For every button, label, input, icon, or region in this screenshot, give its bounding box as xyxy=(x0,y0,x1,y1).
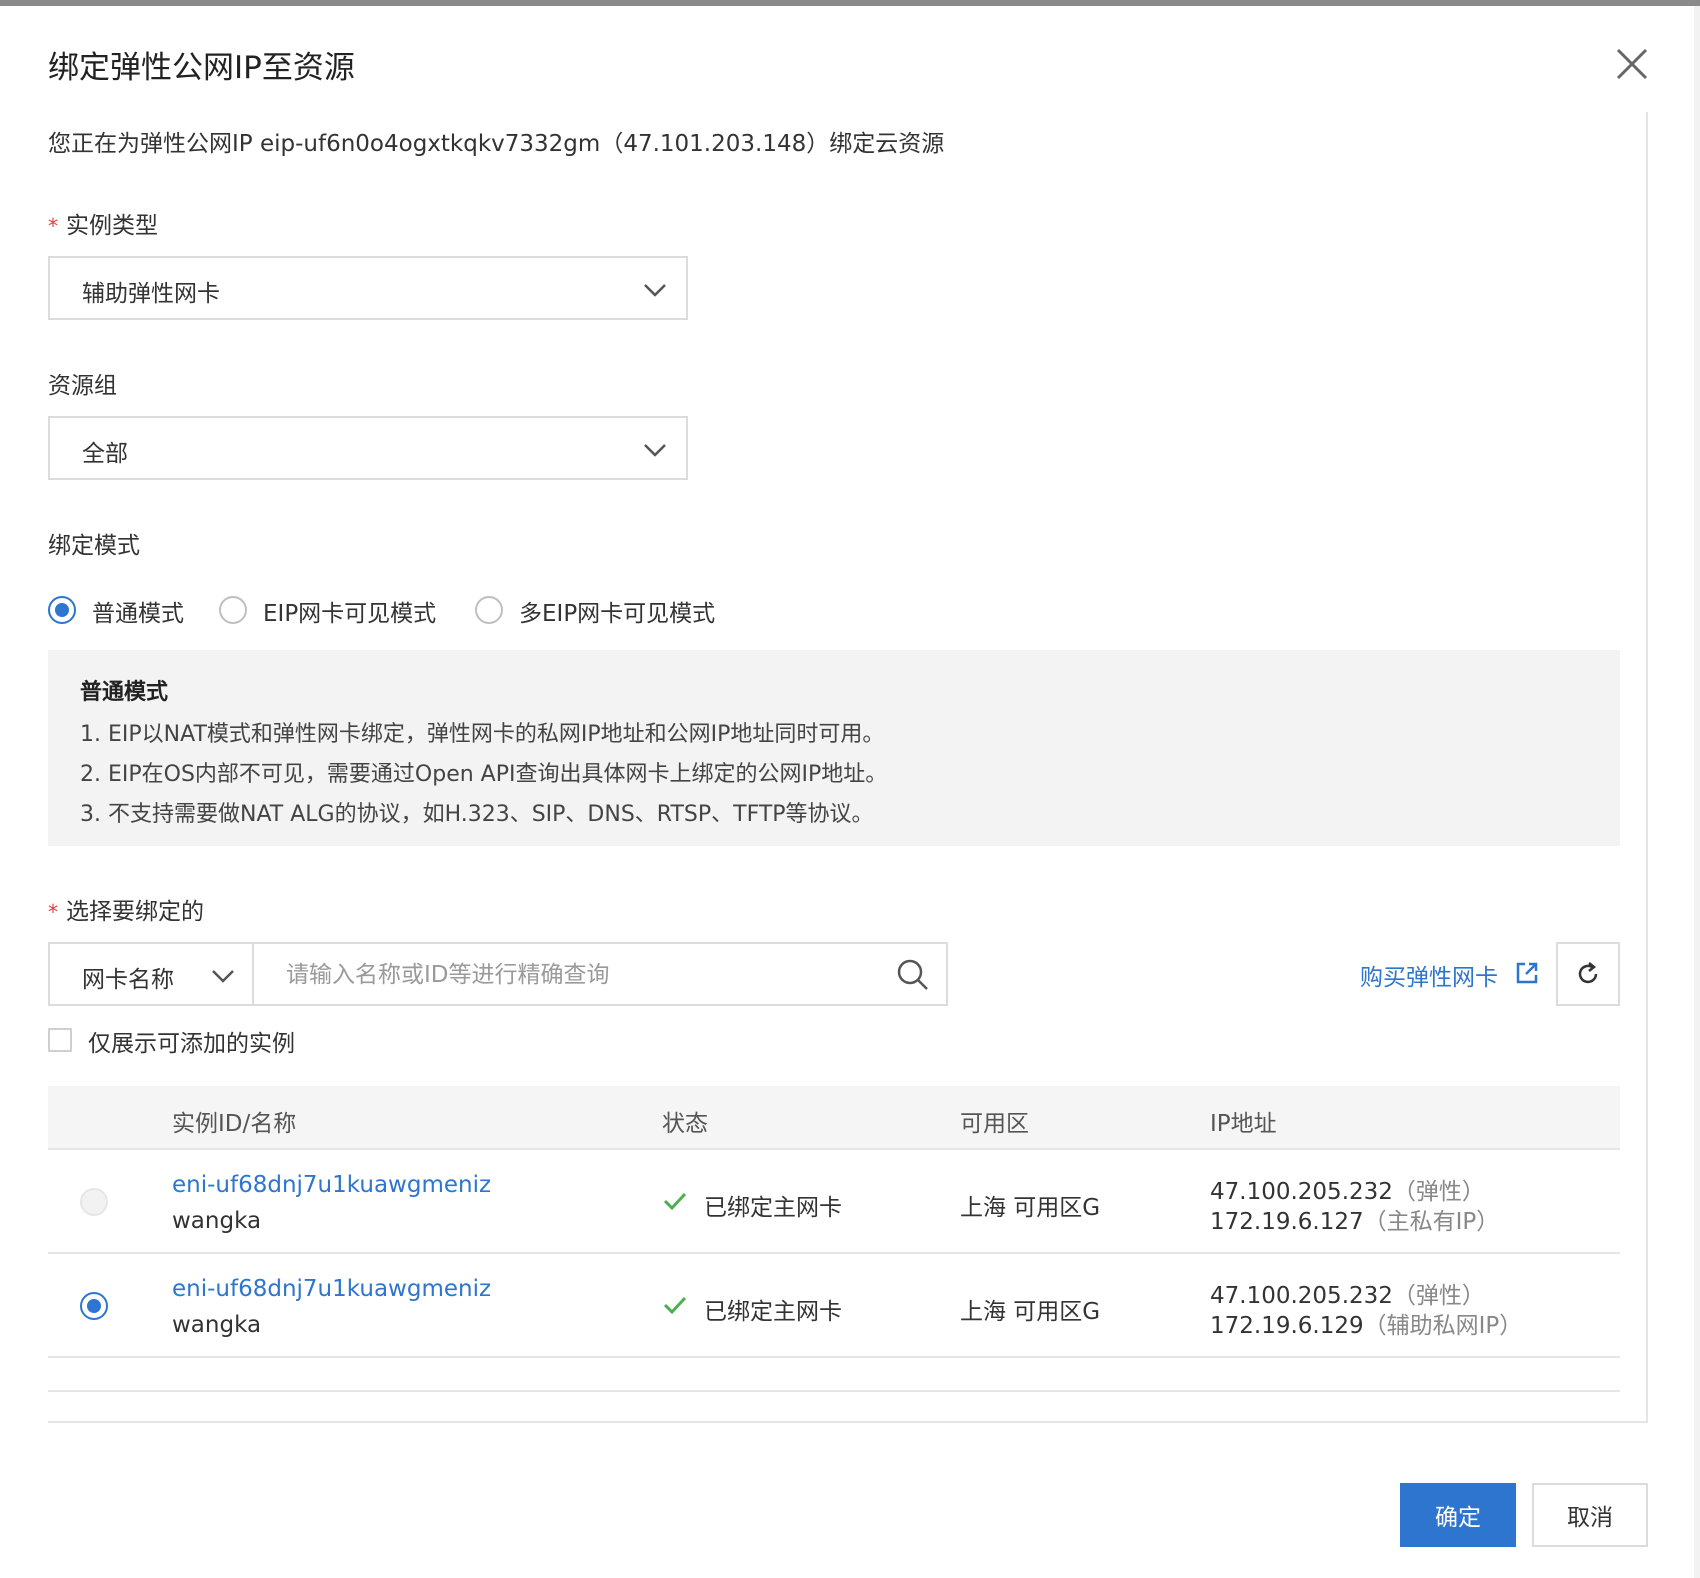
radio-circle xyxy=(475,596,503,624)
column-header-status: 状态 xyxy=(662,1111,708,1137)
confirm-button[interactable]: 确定 xyxy=(1400,1483,1516,1547)
refresh-button[interactable] xyxy=(1556,942,1620,1006)
window-right-edge xyxy=(1694,6,1700,1578)
chevron-down-icon xyxy=(212,970,234,983)
bind-mode-info-box: 普通模式 1. EIP以NAT模式和弹性网卡绑定，弹性网卡的私网IP地址和公网I… xyxy=(48,650,1620,846)
resource-group-label: 资源组 xyxy=(48,373,117,399)
resource-group-select[interactable]: 全部 xyxy=(48,416,688,480)
ip-elastic: 47.100.205.232（弹性） xyxy=(1210,1172,1485,1206)
select-target-label-text: 选择要绑定的 xyxy=(66,899,204,925)
instance-type-label-text: 实例类型 xyxy=(66,213,158,239)
bind-mode-label: 绑定模式 xyxy=(48,533,140,559)
column-header-id-name: 实例ID/名称 xyxy=(172,1111,297,1137)
ip-note: （辅助私网IP） xyxy=(1363,1313,1523,1339)
ip-note: （主私有IP） xyxy=(1363,1209,1500,1235)
instance-status: 已绑定主网卡 xyxy=(704,1299,842,1325)
buy-eni-link[interactable]: 购买弹性网卡 xyxy=(1360,958,1498,992)
search-input[interactable] xyxy=(286,958,846,992)
filter-field-select[interactable]: 网卡名称 xyxy=(48,942,254,1006)
close-icon xyxy=(1616,48,1648,80)
instance-type-value: 辅助弹性网卡 xyxy=(82,281,220,307)
ip-private: 172.19.6.127（主私有IP） xyxy=(1210,1202,1499,1236)
select-target-label: * 选择要绑定的 xyxy=(48,892,204,926)
column-header-ip: IP地址 xyxy=(1210,1111,1277,1137)
refresh-icon xyxy=(1578,962,1598,984)
instance-name: wangka xyxy=(172,1208,262,1234)
radio-normal-mode[interactable]: 普通模式 xyxy=(48,592,198,628)
ip-value: 172.19.6.127 xyxy=(1210,1209,1364,1235)
required-mark: * xyxy=(48,214,58,238)
instance-status: 已绑定主网卡 xyxy=(704,1195,842,1221)
radio-label: 多EIP网卡可见模式 xyxy=(519,601,716,627)
instance-zone: 上海 可用区G xyxy=(960,1299,1101,1325)
external-link-icon[interactable] xyxy=(1514,960,1540,986)
required-mark: * xyxy=(48,900,58,924)
chevron-down-icon xyxy=(644,444,666,457)
radio-multi-eip-nic-visible-mode[interactable]: 多EIP网卡可见模式 xyxy=(475,592,735,628)
search-box xyxy=(252,942,948,1006)
table-row: eni-uf68dnj7u1kuawgmeniz wangka 已绑定主网卡 上… xyxy=(48,1254,1620,1358)
content-scroll-border-right xyxy=(1646,112,1648,1422)
radio-label: EIP网卡可见模式 xyxy=(263,601,437,627)
row-radio-disabled xyxy=(80,1188,108,1216)
instance-type-select[interactable]: 辅助弹性网卡 xyxy=(48,256,688,320)
check-icon xyxy=(663,1192,687,1211)
ip-elastic: 47.100.205.232（弹性） xyxy=(1210,1276,1485,1310)
ip-private: 172.19.6.129（辅助私网IP） xyxy=(1210,1306,1522,1340)
info-line: 2. EIP在OS内部不可见，需要通过Open API查询出具体网卡上绑定的公网… xyxy=(80,762,888,787)
check-icon xyxy=(663,1296,687,1315)
instance-id-link[interactable]: eni-uf68dnj7u1kuawgmeniz xyxy=(172,1276,491,1302)
filter-field-value: 网卡名称 xyxy=(82,967,174,993)
info-title: 普通模式 xyxy=(80,680,169,705)
row-radio-selected[interactable] xyxy=(80,1292,108,1320)
instance-zone: 上海 可用区G xyxy=(960,1195,1101,1221)
radio-label: 普通模式 xyxy=(92,601,184,627)
radio-circle xyxy=(48,596,76,624)
chevron-down-icon xyxy=(644,284,666,297)
dialog-title: 绑定弹性公网IP至资源 xyxy=(48,50,355,86)
info-line: 3. 不支持需要做NAT ALG的协议，如H.323、SIP、DNS、RTSP、… xyxy=(80,802,874,827)
ip-value: 172.19.6.129 xyxy=(1210,1313,1364,1339)
instance-name: wangka xyxy=(172,1312,262,1338)
content-scroll-border-bottom xyxy=(48,1421,1648,1423)
table-footer xyxy=(48,1358,1620,1392)
only-addable-label: 仅展示可添加的实例 xyxy=(88,1031,295,1057)
info-line: 1. EIP以NAT模式和弹性网卡绑定，弹性网卡的私网IP地址和公网IP地址同时… xyxy=(80,722,885,747)
instance-id-link[interactable]: eni-uf68dnj7u1kuawgmeniz xyxy=(172,1172,491,1198)
table-header: 实例ID/名称 状态 可用区 IP地址 xyxy=(48,1086,1620,1150)
dialog-intro: 您正在为弹性公网IP eip-uf6n0o4ogxtkqkv7332gm（47.… xyxy=(48,131,945,157)
table-row: eni-uf68dnj7u1kuawgmeniz wangka 已绑定主网卡 上… xyxy=(48,1150,1620,1254)
cancel-button[interactable]: 取消 xyxy=(1532,1483,1648,1547)
radio-eip-nic-visible-mode[interactable]: EIP网卡可见模式 xyxy=(219,592,459,628)
instance-type-label: * 实例类型 xyxy=(48,206,158,240)
search-icon[interactable] xyxy=(896,958,930,992)
column-header-zone: 可用区 xyxy=(960,1111,1029,1137)
close-button[interactable] xyxy=(1610,42,1654,86)
resource-group-value: 全部 xyxy=(82,441,128,467)
only-addable-checkbox[interactable] xyxy=(48,1028,72,1052)
radio-circle xyxy=(219,596,247,624)
